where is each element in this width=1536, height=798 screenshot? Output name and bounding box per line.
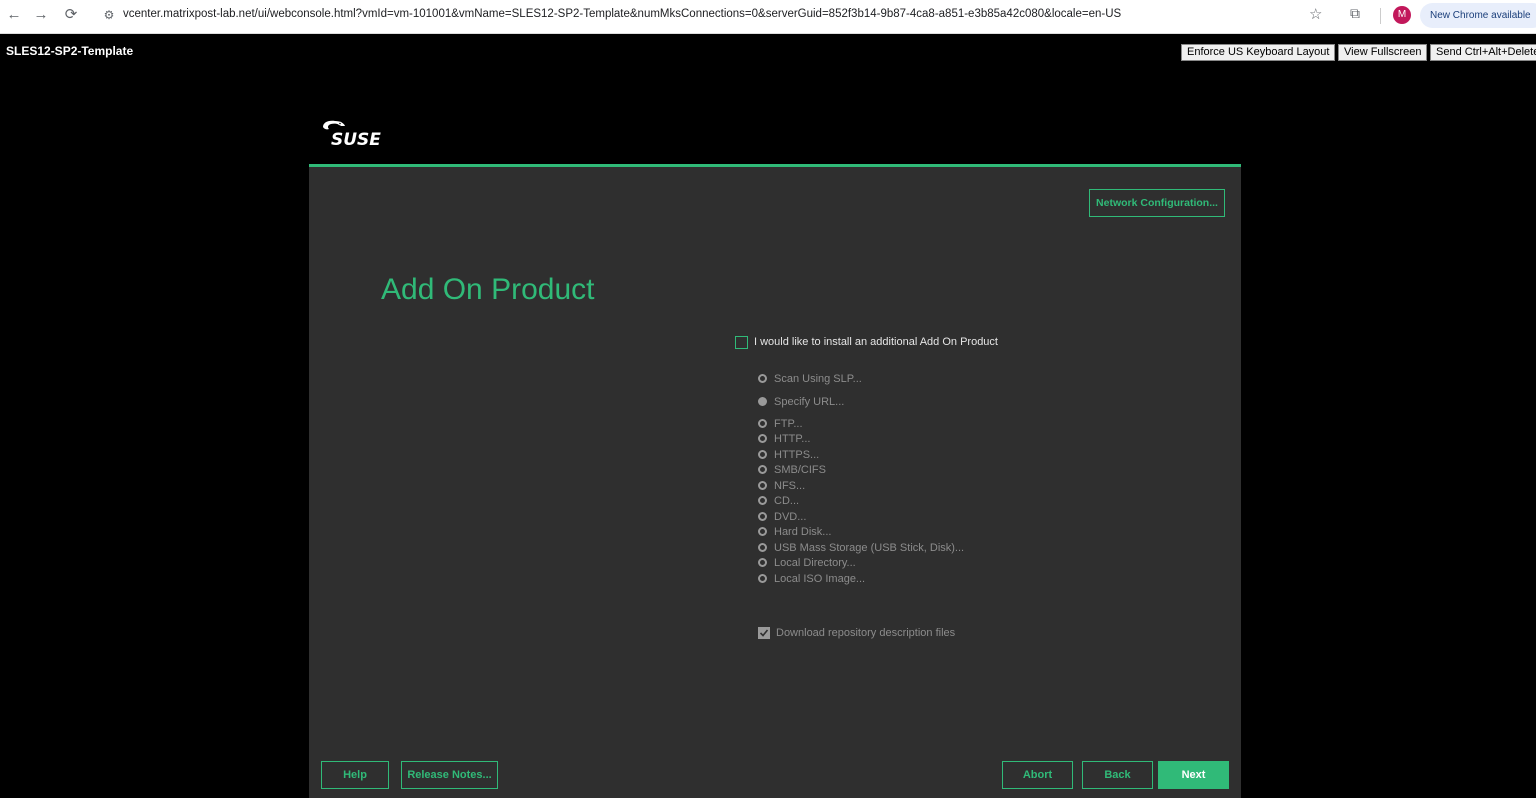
url-text[interactable]: vcenter.matrixpost-lab.net/ui/webconsole… xyxy=(123,8,1121,20)
radio-button[interactable] xyxy=(758,374,767,383)
radio-label: Specify URL... xyxy=(774,396,845,408)
radio-button[interactable] xyxy=(758,527,767,536)
radio-label: Local ISO Image... xyxy=(774,573,866,585)
install-addon-label[interactable]: I would like to install an additional Ad… xyxy=(754,336,998,348)
back-arrow-icon[interactable]: ← xyxy=(3,5,25,25)
page-title: Add On Product xyxy=(381,273,595,306)
network-configuration-button[interactable]: Network Configuration... xyxy=(1089,189,1225,217)
download-description-checkbox[interactable] xyxy=(758,627,770,639)
vm-name-title: SLES12-SP2-Template xyxy=(6,44,134,58)
radio-label: USB Mass Storage (USB Stick, Disk)... xyxy=(774,542,965,554)
installer-panel: Network Configuration... Add On Product … xyxy=(309,167,1241,798)
send-ctrl-alt-delete-button[interactable]: Send Ctrl+Alt+Delete xyxy=(1430,44,1536,61)
new-chrome-available-button[interactable]: New Chrome available xyxy=(1420,3,1536,28)
suse-logo: SUSE xyxy=(331,130,381,150)
forward-arrow-icon[interactable]: → xyxy=(30,5,52,25)
enforce-us-keyboard-button[interactable]: Enforce US Keyboard Layout xyxy=(1181,44,1336,61)
profile-avatar[interactable]: M xyxy=(1393,6,1411,24)
radio-label: FTP... xyxy=(774,418,803,430)
radio-button[interactable] xyxy=(758,496,767,505)
radio-button[interactable] xyxy=(758,574,767,583)
radio-label: Local Directory... xyxy=(774,557,856,569)
toolbar-divider xyxy=(1380,8,1381,24)
view-fullscreen-button[interactable]: View Fullscreen xyxy=(1338,44,1428,61)
release-notes-button[interactable]: Release Notes... xyxy=(401,761,498,789)
radio-label: CD... xyxy=(774,495,800,507)
back-button[interactable]: Back xyxy=(1082,761,1153,789)
radio-button[interactable] xyxy=(758,543,767,552)
radio-button[interactable] xyxy=(758,419,767,428)
download-description-label[interactable]: Download repository description files xyxy=(776,627,955,639)
radio-label: NFS... xyxy=(774,480,806,492)
radio-button[interactable] xyxy=(758,558,767,567)
browser-toolbar: ← → ⟳ ⚙ vcenter.matrixpost-lab.net/ui/we… xyxy=(0,0,1536,34)
site-settings-icon[interactable]: ⚙ xyxy=(100,6,118,24)
new-chrome-label: New Chrome available xyxy=(1430,10,1531,21)
radio-label: Scan Using SLP... xyxy=(774,373,862,385)
radio-button[interactable] xyxy=(758,397,767,406)
abort-button[interactable]: Abort xyxy=(1002,761,1073,789)
radio-button[interactable] xyxy=(758,512,767,521)
next-button[interactable]: Next xyxy=(1158,761,1229,789)
checkmark-icon xyxy=(759,629,769,637)
radio-button[interactable] xyxy=(758,450,767,459)
radio-label: HTTPS... xyxy=(774,449,820,461)
bookmark-star-icon[interactable]: ☆ xyxy=(1309,5,1322,23)
radio-button[interactable] xyxy=(758,465,767,474)
reload-icon[interactable]: ⟳ xyxy=(60,5,82,25)
address-bar[interactable]: ⚙ vcenter.matrixpost-lab.net/ui/webconso… xyxy=(92,3,1337,28)
radio-label: DVD... xyxy=(774,511,807,523)
help-button[interactable]: Help xyxy=(321,761,389,789)
extensions-icon[interactable]: ⧉ xyxy=(1350,5,1360,22)
radio-button[interactable] xyxy=(758,434,767,443)
radio-label: SMB/CIFS xyxy=(774,464,826,476)
radio-label: Hard Disk... xyxy=(774,526,832,538)
install-addon-checkbox[interactable] xyxy=(735,336,748,349)
radio-label: HTTP... xyxy=(774,433,811,445)
radio-button[interactable] xyxy=(758,481,767,490)
